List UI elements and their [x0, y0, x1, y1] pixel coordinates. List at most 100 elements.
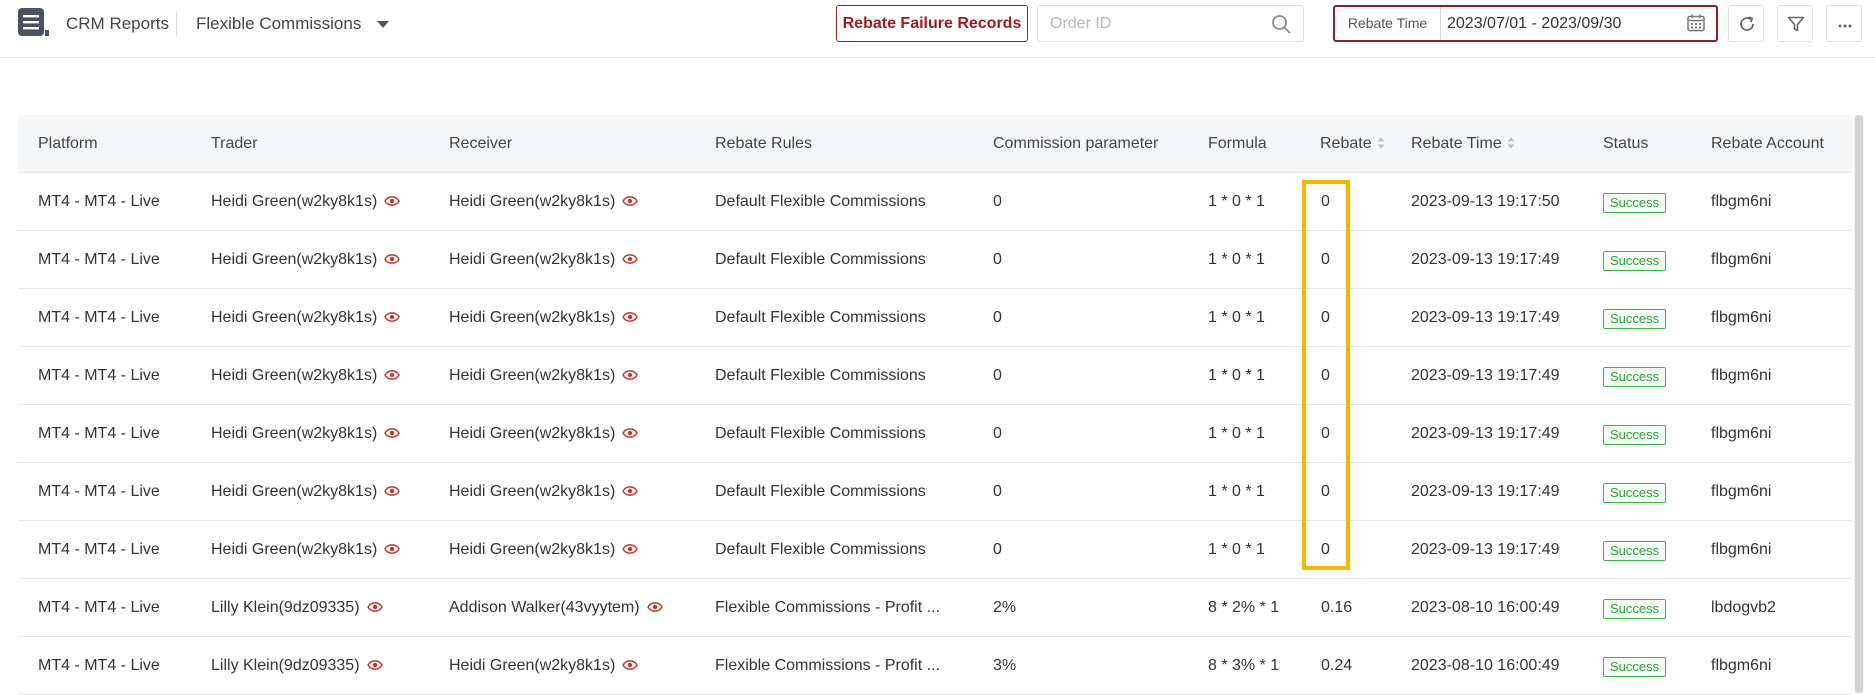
rebate-account-cell: flbgm6ni [1711, 193, 1772, 210]
trader-name: Heidi Green(w2ky8k1s) [211, 193, 378, 210]
date-filter-label: Rebate Time [1335, 7, 1441, 40]
eye-icon[interactable] [384, 195, 401, 207]
eye-icon[interactable] [622, 253, 639, 265]
filter-button[interactable] [1777, 5, 1813, 42]
table-row[interactable]: MT4 - MT4 - Live Heidi Green(w2ky8k1s) H… [18, 347, 1852, 405]
col-platform: Platform [38, 135, 98, 152]
more-options-button[interactable] [1826, 5, 1862, 42]
rebate-time-cell: 2023-09-13 19:17:50 [1411, 193, 1560, 210]
rebate-account-cell: flbgm6ni [1711, 251, 1772, 268]
eye-icon[interactable] [622, 485, 639, 497]
col-rebate-time-header[interactable]: Rebate Time [1411, 115, 1515, 173]
table-row[interactable]: MT4 - MT4 - Live Heidi Green(w2ky8k1s) H… [18, 405, 1852, 463]
calendar-icon[interactable] [1686, 13, 1706, 33]
trader-cell: Heidi Green(w2ky8k1s) [211, 521, 401, 579]
order-id-search[interactable] [1037, 5, 1304, 42]
rebate-time-cell: 2023-09-13 19:17:49 [1411, 367, 1560, 384]
rebate-cell: 0.16 [1321, 599, 1353, 616]
rebate-cell: 0 [1321, 251, 1330, 268]
menu-icon[interactable] [18, 8, 50, 38]
eye-icon[interactable] [622, 195, 639, 207]
rebate-rule-cell: Default Flexible Commissions [715, 425, 926, 442]
rebate-time-cell: 2023-09-13 19:17:49 [1411, 483, 1560, 500]
scrollbar-thumb[interactable] [1855, 115, 1863, 693]
col-rebate-header[interactable]: Rebate [1320, 115, 1385, 173]
trader-name: Heidi Green(w2ky8k1s) [211, 541, 378, 558]
status-badge: Success [1603, 193, 1667, 213]
eye-icon[interactable] [384, 311, 401, 323]
refresh-button[interactable] [1728, 5, 1764, 42]
receiver-name: Heidi Green(w2ky8k1s) [449, 483, 616, 500]
formula-cell: 8 * 2% * 1 [1208, 599, 1280, 616]
formula-cell: 1 * 0 * 1 [1208, 425, 1265, 442]
refresh-icon [1740, 16, 1754, 31]
eye-icon[interactable] [622, 427, 639, 439]
table-row[interactable]: MT4 - MT4 - Live Heidi Green(w2ky8k1s) H… [18, 231, 1852, 289]
status-badge: Success [1603, 367, 1667, 387]
receiver-name: Heidi Green(w2ky8k1s) [449, 425, 616, 442]
receiver-name: Heidi Green(w2ky8k1s) [449, 657, 616, 674]
eye-icon[interactable] [384, 253, 401, 265]
order-id-input[interactable] [1050, 13, 1260, 35]
eye-icon[interactable] [366, 659, 383, 671]
eye-icon[interactable] [366, 601, 383, 613]
table-header: Platform Trader Receiver Rebate Rules Co… [18, 115, 1852, 173]
trader-name: Heidi Green(w2ky8k1s) [211, 425, 378, 442]
status-badge: Success [1603, 251, 1667, 271]
app-name[interactable]: CRM Reports [66, 13, 169, 35]
rebate-time-cell: 2023-08-10 16:00:49 [1411, 599, 1560, 616]
rebate-account-cell: flbgm6ni [1711, 425, 1772, 442]
rebate-cell: 0 [1321, 309, 1330, 326]
rebate-time-filter[interactable]: Rebate Time 2023/07/01 - 2023/09/30 [1333, 5, 1718, 42]
receiver-cell: Heidi Green(w2ky8k1s) [449, 463, 639, 521]
module-selector[interactable]: Flexible Commissions [196, 13, 361, 35]
table-row[interactable]: MT4 - MT4 - Live Heidi Green(w2ky8k1s) H… [18, 463, 1852, 521]
vertical-scrollbar[interactable] [1854, 115, 1864, 693]
rebate-rule-cell: Default Flexible Commissions [715, 483, 926, 500]
eye-icon[interactable] [384, 427, 401, 439]
status-badge: Success [1603, 483, 1667, 503]
top-bar: CRM Reports Flexible Commissions Rebate … [0, 0, 1875, 58]
receiver-name: Heidi Green(w2ky8k1s) [449, 309, 616, 326]
rebate-time-cell: 2023-09-13 19:17:49 [1411, 541, 1560, 558]
eye-icon[interactable] [384, 543, 401, 555]
status-badge: Success [1603, 309, 1667, 329]
receiver-name: Heidi Green(w2ky8k1s) [449, 193, 616, 210]
trader-name: Lilly Klein(9dz09335) [211, 599, 360, 616]
trader-cell: Heidi Green(w2ky8k1s) [211, 289, 401, 347]
sort-icon[interactable] [1377, 136, 1385, 150]
commission-param-cell: 0 [993, 193, 1002, 210]
trader-cell: Lilly Klein(9dz09335) [211, 579, 383, 637]
col-rebate-account: Rebate Account [1711, 135, 1824, 152]
table-row[interactable]: MT4 - MT4 - Live Lilly Klein(9dz09335) A… [18, 579, 1852, 637]
rebate-time-cell: 2023-09-13 19:17:49 [1411, 425, 1560, 442]
receiver-cell: Heidi Green(w2ky8k1s) [449, 347, 639, 405]
table-row[interactable]: MT4 - MT4 - Live Lilly Klein(9dz09335) H… [18, 637, 1852, 695]
search-icon[interactable] [1271, 14, 1291, 34]
eye-icon[interactable] [384, 369, 401, 381]
eye-icon[interactable] [622, 659, 639, 671]
commission-param-cell: 3% [993, 657, 1017, 674]
rebate-time-cell: 2023-08-10 16:00:49 [1411, 657, 1560, 674]
col-receiver: Receiver [449, 135, 513, 152]
rebate-account-cell: flbgm6ni [1711, 483, 1772, 500]
trader-name: Heidi Green(w2ky8k1s) [211, 367, 378, 384]
table-row[interactable]: MT4 - MT4 - Live Heidi Green(w2ky8k1s) H… [18, 173, 1852, 231]
date-range-value[interactable]: 2023/07/01 - 2023/09/30 [1447, 7, 1621, 40]
eye-icon[interactable] [646, 601, 663, 613]
status-badge: Success [1603, 541, 1667, 561]
commission-param-cell: 0 [993, 425, 1002, 442]
eye-icon[interactable] [622, 543, 639, 555]
rebate-failure-records-button[interactable]: Rebate Failure Records [836, 5, 1028, 42]
table-row[interactable]: MT4 - MT4 - Live Heidi Green(w2ky8k1s) H… [18, 289, 1852, 347]
eye-icon[interactable] [622, 311, 639, 323]
sort-icon[interactable] [1507, 136, 1515, 150]
receiver-cell: Heidi Green(w2ky8k1s) [449, 405, 639, 463]
formula-cell: 1 * 0 * 1 [1208, 483, 1265, 500]
eye-icon[interactable] [622, 369, 639, 381]
table-row[interactable]: MT4 - MT4 - Live Heidi Green(w2ky8k1s) H… [18, 521, 1852, 579]
caret-down-icon[interactable] [376, 17, 390, 28]
eye-icon[interactable] [384, 485, 401, 497]
receiver-cell: Addison Walker(43vyytem) [449, 579, 663, 637]
formula-cell: 1 * 0 * 1 [1208, 193, 1265, 210]
